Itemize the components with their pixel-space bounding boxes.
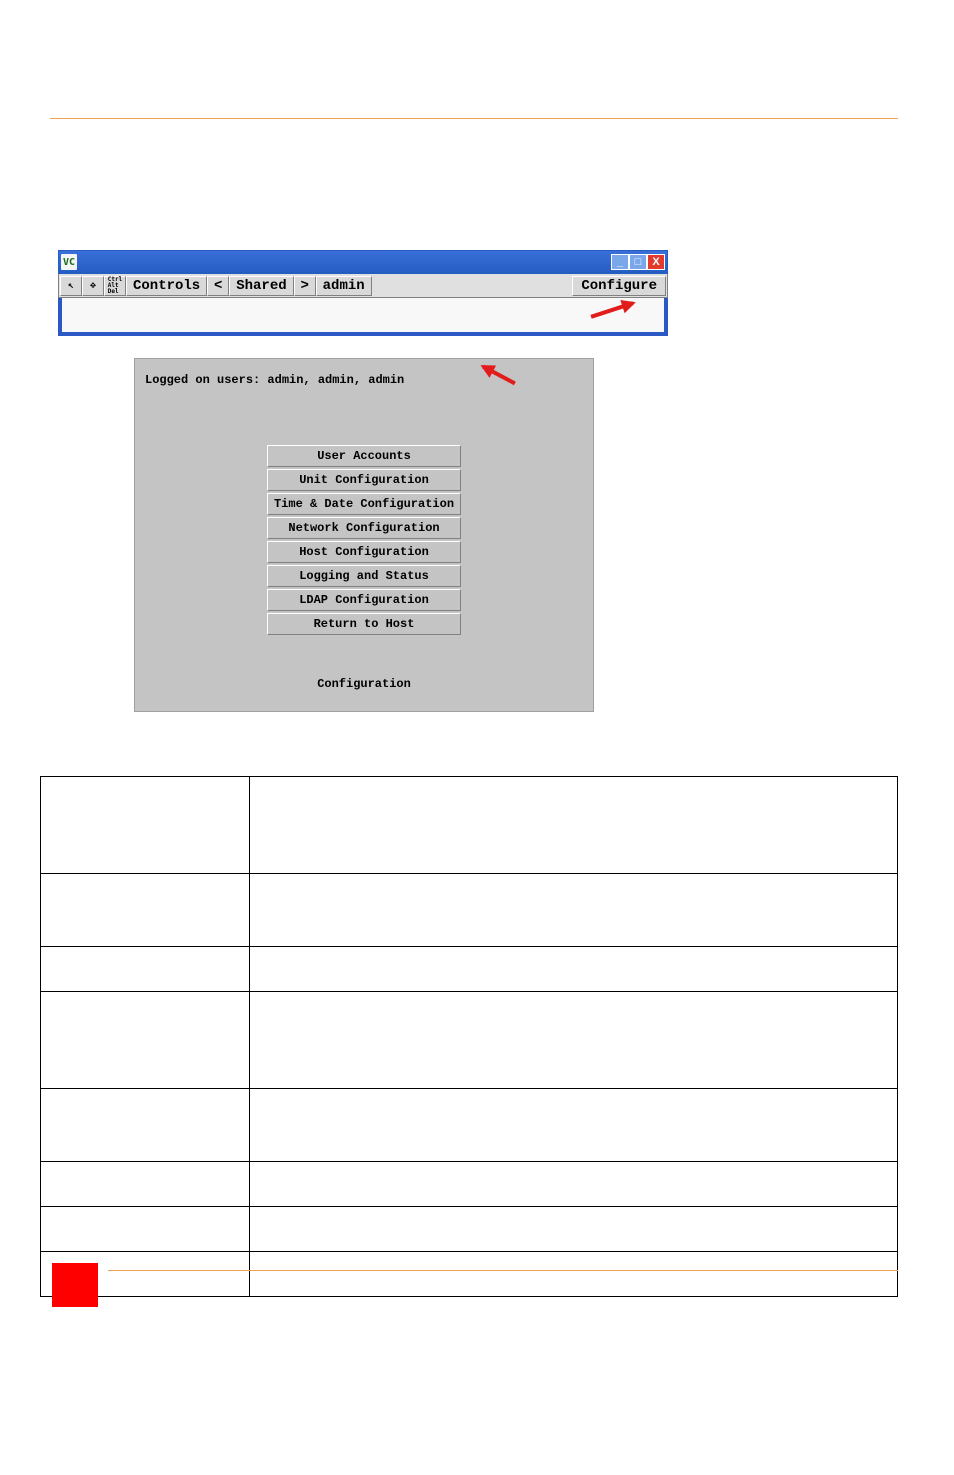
header-rule (50, 118, 898, 119)
network-configuration-button[interactable]: Network Configuration (267, 517, 461, 539)
viewer-window: VC _ □ X ↖ ✥ CtrlAltDel Controls < Share… (58, 250, 668, 336)
prev-button[interactable]: < (207, 276, 229, 296)
maximize-icon[interactable]: □ (629, 254, 647, 270)
annotation-arrow-icon (590, 301, 633, 318)
minimize-icon[interactable]: _ (611, 254, 629, 270)
options-table (40, 776, 898, 1297)
table-row (41, 1207, 898, 1252)
move-icon[interactable]: ✥ (82, 276, 104, 296)
viewer-client-area (58, 298, 668, 336)
unit-configuration-button[interactable]: Unit Configuration (267, 469, 461, 491)
table-row (41, 1162, 898, 1207)
controls-button[interactable]: Controls (126, 276, 207, 296)
config-menu: User Accounts Unit Configuration Time & … (267, 445, 461, 635)
table-row (41, 992, 898, 1089)
window-buttons: _ □ X (611, 254, 665, 270)
pointer-icon[interactable]: ↖ (60, 276, 82, 296)
next-button[interactable]: > (294, 276, 316, 296)
page: VC _ □ X ↖ ✥ CtrlAltDel Controls < Share… (0, 0, 954, 1475)
logging-status-button[interactable]: Logging and Status (267, 565, 461, 587)
configure-button[interactable]: Configure (572, 276, 666, 296)
return-to-host-button[interactable]: Return to Host (267, 613, 461, 635)
configuration-panel: Logged on users: admin, admin, admin Use… (134, 358, 594, 712)
app-icon: VC (61, 254, 77, 270)
time-date-configuration-button[interactable]: Time & Date Configuration (267, 493, 461, 515)
user-indicator: admin (316, 276, 372, 296)
viewer-toolbar: ↖ ✥ CtrlAltDel Controls < Shared > admin… (58, 274, 668, 298)
table-row (41, 947, 898, 992)
page-marker (52, 1263, 98, 1307)
footer-rule (108, 1270, 898, 1271)
host-configuration-button[interactable]: Host Configuration (267, 541, 461, 563)
table-row (41, 1252, 898, 1297)
ldap-configuration-button[interactable]: LDAP Configuration (267, 589, 461, 611)
ctrl-alt-del-icon[interactable]: CtrlAltDel (104, 276, 126, 296)
mode-button[interactable]: Shared (229, 276, 293, 296)
titlebar: VC _ □ X (58, 250, 668, 274)
table-row (41, 1089, 898, 1162)
close-icon[interactable]: X (647, 254, 665, 270)
logged-users-text: Logged on users: admin, admin, admin (145, 373, 404, 387)
panel-caption: Configuration (135, 677, 593, 691)
table-row (41, 777, 898, 874)
table-row (41, 874, 898, 947)
annotation-arrow-icon (482, 365, 516, 385)
user-accounts-button[interactable]: User Accounts (267, 445, 461, 467)
